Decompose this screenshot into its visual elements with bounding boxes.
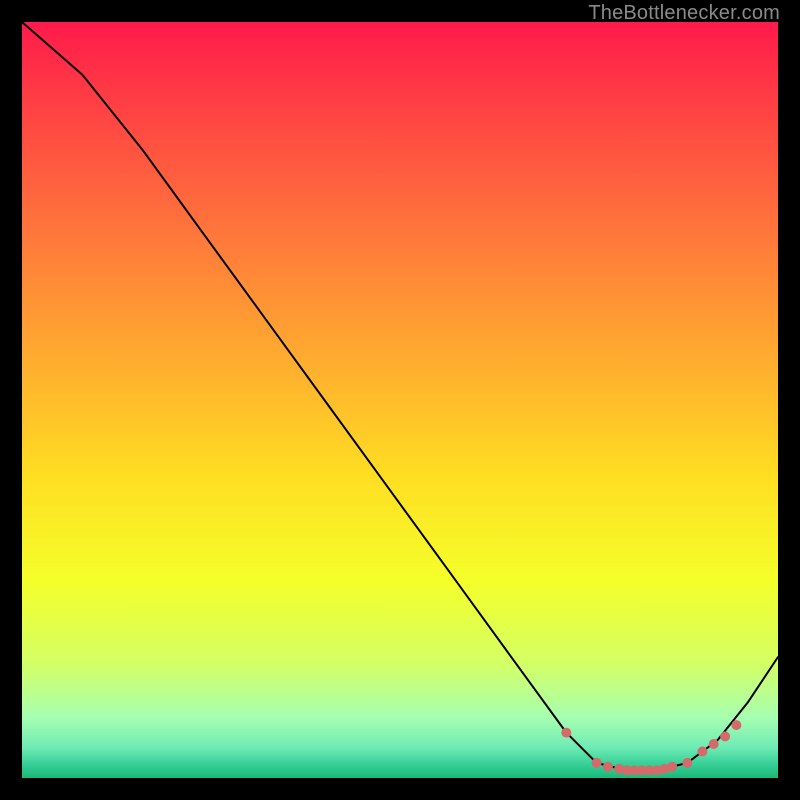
marker-dot: [709, 739, 719, 749]
marker-dot: [603, 762, 613, 772]
marker-dot: [682, 758, 692, 768]
chart-plot-area: [22, 22, 778, 778]
marker-dot: [592, 758, 602, 768]
marker-dot: [667, 762, 677, 772]
marker-dot: [720, 731, 730, 741]
chart-frame: TheBottlenecker.com: [0, 0, 800, 800]
chart-background-gradient: [22, 22, 778, 778]
marker-dot: [731, 720, 741, 730]
marker-dot: [697, 747, 707, 757]
marker-dot: [561, 728, 571, 738]
watermark-text: TheBottlenecker.com: [588, 2, 780, 25]
chart-svg: [22, 22, 778, 778]
